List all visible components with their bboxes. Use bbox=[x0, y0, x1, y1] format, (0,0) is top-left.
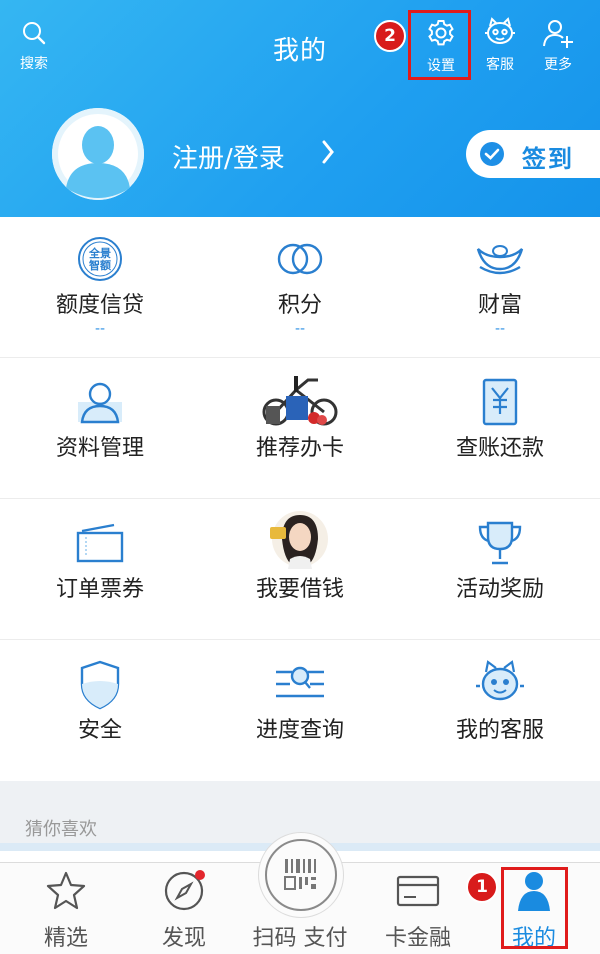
grid-item-progress-query[interactable]: 进度查询 bbox=[200, 640, 400, 780]
grid-row: 安全 进度查询 我的客服 bbox=[0, 640, 600, 781]
compass-icon bbox=[164, 870, 205, 911]
more-label: 更多 bbox=[544, 57, 572, 73]
grid-item-label: 资料管理 bbox=[55, 436, 144, 461]
grid-item-label: 活动奖励 bbox=[455, 577, 544, 602]
grid-row: 订单票券 我要借钱 活动奖励 bbox=[0, 499, 600, 640]
step-badge-1: 1 bbox=[466, 871, 498, 903]
tab-label: 发现 bbox=[161, 926, 206, 951]
svg-text:全景: 全景 bbox=[88, 246, 111, 260]
grid-item-label: 推荐办卡 bbox=[255, 436, 344, 461]
grid-item-borrow-money[interactable]: 我要借钱 bbox=[200, 499, 400, 639]
grid-item-label: 积分 bbox=[277, 293, 322, 318]
tab-card-finance[interactable]: 卡金融 bbox=[358, 863, 478, 954]
service-label: 客服 bbox=[486, 57, 514, 73]
points-icon bbox=[277, 243, 323, 275]
section-title: 猜你喜欢 bbox=[25, 819, 97, 840]
grid-item-my-service[interactable]: 我的客服 bbox=[400, 640, 600, 780]
grid-item-label: 查账还款 bbox=[455, 436, 544, 461]
mine-tab-highlight-box bbox=[501, 867, 568, 949]
grid-item-label: 我要借钱 bbox=[255, 577, 344, 602]
card-icon bbox=[396, 875, 440, 907]
grid-row: 全景 智额 额度信贷 -- 积分 -- 财富 -- bbox=[0, 217, 600, 358]
avatar[interactable] bbox=[52, 108, 144, 200]
sign-in-label: 签到 bbox=[522, 145, 574, 173]
progress-search-icon bbox=[276, 666, 324, 698]
service-button[interactable]: 客服 bbox=[476, 16, 524, 74]
tab-label: 卡金融 bbox=[384, 926, 451, 951]
star-icon bbox=[46, 871, 86, 910]
login-link[interactable]: 注册/登录 bbox=[172, 138, 285, 175]
tab-label: 精选 bbox=[43, 926, 88, 951]
grid-item-points[interactable]: 积分 -- bbox=[200, 217, 400, 357]
grid-item-bill-repay[interactable]: 查账还款 bbox=[400, 358, 600, 498]
grid-item-label: 我的客服 bbox=[455, 718, 544, 743]
function-grid: 全景 智额 额度信贷 -- 积分 -- 财富 -- 资料管理 推荐办卡 查账还款… bbox=[0, 217, 600, 781]
svg-text:智额: 智额 bbox=[89, 258, 111, 272]
grid-item-label: 进度查询 bbox=[255, 718, 344, 743]
profile-icon bbox=[78, 382, 122, 424]
grid-row: 资料管理 推荐办卡 查账还款 bbox=[0, 358, 600, 499]
grid-item-label: 额度信贷 bbox=[55, 293, 144, 318]
scan-ring bbox=[265, 839, 337, 911]
tab-discover[interactable]: 发现 bbox=[124, 863, 244, 954]
bill-icon bbox=[482, 378, 518, 426]
grid-item-value: -- bbox=[294, 321, 306, 337]
quota-credit-icon: 全景 智额 bbox=[78, 237, 122, 281]
default-avatar-icon bbox=[52, 108, 144, 200]
ticket-icon bbox=[76, 523, 124, 563]
header: 搜索 我的 设置 客服 更多 注册/登录 签到 bbox=[0, 0, 600, 217]
sign-in-button[interactable]: 签到 bbox=[466, 130, 600, 178]
robot-cat-icon bbox=[485, 17, 515, 44]
grid-item-activity-rewards[interactable]: 活动奖励 bbox=[400, 499, 600, 639]
settings-highlight-box bbox=[408, 10, 471, 80]
add-user-icon bbox=[543, 20, 573, 48]
grid-item-quota-credit[interactable]: 全景 智额 额度信贷 -- bbox=[0, 217, 200, 357]
grid-item-wealth[interactable]: 财富 -- bbox=[400, 217, 600, 357]
check-icon bbox=[480, 142, 504, 166]
shield-icon bbox=[80, 660, 120, 710]
grid-item-recommend-card[interactable]: 推荐办卡 bbox=[200, 358, 400, 498]
step-badge-2: 2 bbox=[374, 20, 406, 52]
chevron-right-icon bbox=[322, 140, 334, 164]
customer-service-icon bbox=[476, 660, 524, 701]
tab-featured[interactable]: 精选 bbox=[6, 863, 126, 954]
tab-label: 扫码 支付 bbox=[252, 926, 348, 951]
grid-item-label: 安全 bbox=[77, 718, 122, 743]
more-button[interactable]: 更多 bbox=[536, 16, 580, 74]
recommend-card-image bbox=[262, 376, 338, 426]
borrow-image bbox=[270, 511, 328, 569]
trophy-icon bbox=[478, 521, 522, 565]
wealth-icon bbox=[476, 245, 524, 275]
grid-item-order-tickets[interactable]: 订单票券 bbox=[0, 499, 200, 639]
grid-item-label: 订单票券 bbox=[55, 577, 144, 602]
barcode-scan-icon bbox=[284, 859, 316, 890]
grid-item-value: -- bbox=[494, 321, 506, 337]
grid-item-security[interactable]: 安全 bbox=[0, 640, 200, 780]
grid-item-value: -- bbox=[94, 321, 106, 337]
scan-pay-button[interactable] bbox=[258, 832, 344, 918]
grid-item-profile-manage[interactable]: 资料管理 bbox=[0, 358, 200, 498]
grid-item-label: 财富 bbox=[477, 293, 522, 318]
